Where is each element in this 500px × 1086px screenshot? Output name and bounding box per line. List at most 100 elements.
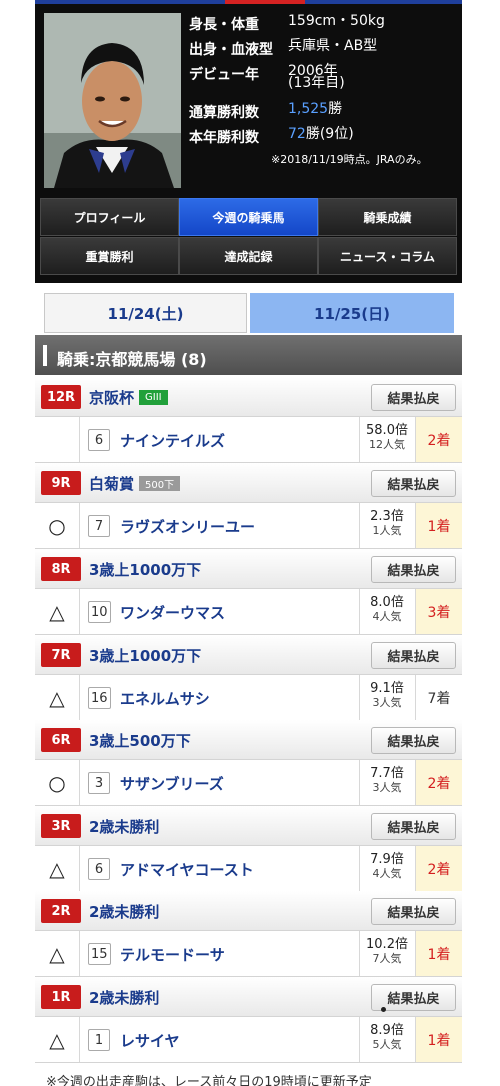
nav-tab-records[interactable]: 達成記録 xyxy=(179,237,318,275)
result-payout-button[interactable]: 結果払戻 xyxy=(371,727,456,754)
odds-cell: 2.3倍 1人気 xyxy=(359,503,414,548)
race-number-badge: 1R xyxy=(41,985,81,1009)
prediction-mark: △ xyxy=(35,1017,80,1062)
odds-value: 8.9倍 xyxy=(370,1023,404,1038)
venue-title: 騎乗:京都競馬場 (8) xyxy=(57,350,207,369)
prediction-mark: △ xyxy=(35,931,80,976)
horse-number: 6 xyxy=(88,858,110,880)
finish-place: 1着 xyxy=(415,1017,462,1062)
horse-name-link[interactable]: レサイヤ xyxy=(120,1030,180,1051)
finish-place: 2着 xyxy=(415,846,462,891)
race-number-badge: 8R xyxy=(41,557,81,581)
horse-name-link[interactable]: ワンダーウマス xyxy=(120,602,225,623)
result-payout-button[interactable]: 結果払戻 xyxy=(371,470,456,497)
odds-value: 10.2倍 xyxy=(366,937,408,952)
odds-cell: 8.9倍 5人気 xyxy=(359,1017,414,1062)
race-name-link[interactable]: 3歳上1000万下 xyxy=(89,559,201,580)
result-payout-button[interactable]: 結果払戻 xyxy=(371,813,456,840)
race-header: 3R 2歳未勝利 結果払戻 xyxy=(35,806,462,846)
horse-number: 6 xyxy=(88,429,110,451)
day-tab-sunday[interactable]: 11/25(日) xyxy=(250,293,454,333)
nav-tab-weekly-rides[interactable]: 今週の騎乗馬 xyxy=(179,198,318,236)
grade-badge: 500下 xyxy=(139,476,181,491)
horse-name-link[interactable]: ナインテイルズ xyxy=(120,430,225,451)
day-tab-saturday[interactable]: 11/24(土) xyxy=(44,293,247,333)
touch-indicator-dot xyxy=(381,1007,386,1012)
finish-place: 1着 xyxy=(415,503,462,548)
profile-value: 72勝(9位) xyxy=(288,127,354,141)
year-wins-suffix: 勝(9位) xyxy=(305,126,354,142)
popularity: 4人気 xyxy=(372,610,402,623)
result-payout-button[interactable]: 結果払戻 xyxy=(371,556,456,583)
race-number-badge: 6R xyxy=(41,728,81,752)
race-name-link[interactable]: 3歳上500万下 xyxy=(89,730,191,751)
horse-name-link[interactable]: テルモードーサ xyxy=(120,944,225,965)
profile-note: ※2018/11/19時点。JRAのみ。 xyxy=(271,153,428,166)
grade-badge: GIII xyxy=(139,390,168,405)
total-wins-count: 1,525 xyxy=(288,101,329,117)
popularity: 5人気 xyxy=(372,1038,402,1051)
odds-cell: 7.9倍 4人気 xyxy=(359,846,414,891)
profile-top-accent xyxy=(35,0,462,4)
result-payout-button[interactable]: 結果払戻 xyxy=(371,384,456,411)
race-number-badge: 9R xyxy=(41,471,81,495)
race-name-link[interactable]: 3歳上1000万下 xyxy=(89,645,201,666)
profile-value: 兵庫県・AB型 xyxy=(288,38,378,54)
odds-cell: 10.2倍 7人気 xyxy=(359,931,414,976)
horse-row: ○ 3 サザンブリーズ 7.7倍 3人気 2着 xyxy=(35,760,462,806)
odds-value: 7.7倍 xyxy=(370,766,404,781)
jockey-photo xyxy=(44,13,181,188)
race-number-badge: 12R xyxy=(41,385,81,409)
profile-label: 身長・体重 xyxy=(189,17,259,33)
race-name-link[interactable]: 2歳未勝利 xyxy=(89,816,159,837)
nav-tab-results[interactable]: 騎乗成績 xyxy=(318,198,457,236)
result-payout-button[interactable]: 結果払戻 xyxy=(371,642,456,669)
race-header: 2R 2歳未勝利 結果払戻 xyxy=(35,891,462,931)
horse-number: 16 xyxy=(88,687,111,709)
race-name-link[interactable]: 2歳未勝利 xyxy=(89,901,159,922)
horse-row: △ 10 ワンダーウマス 8.0倍 4人気 3着 xyxy=(35,589,462,635)
horse-name-link[interactable]: アドマイヤコースト xyxy=(120,859,254,880)
odds-cell: 7.7倍 3人気 xyxy=(359,760,414,805)
popularity: 3人気 xyxy=(372,781,402,794)
finish-place: 3着 xyxy=(415,589,462,634)
odds-value: 9.1倍 xyxy=(370,681,404,696)
horse-number: 15 xyxy=(88,943,111,965)
horse-number: 10 xyxy=(88,601,111,623)
horse-name-link[interactable]: ラヴズオンリーユー xyxy=(120,516,255,537)
popularity: 1人気 xyxy=(372,524,402,537)
horse-number: 1 xyxy=(88,1029,110,1051)
race-header: 9R 白菊賞 500下 結果払戻 xyxy=(35,463,462,503)
venue-header: 騎乗:京都競馬場 (8) xyxy=(35,335,462,375)
profile-label: デビュー年 xyxy=(189,67,259,83)
race-name-link[interactable]: 京阪杯 xyxy=(89,387,134,408)
nav-tab-graded-wins[interactable]: 重賞勝利 xyxy=(40,237,179,275)
profile-label: 出身・血液型 xyxy=(189,42,273,58)
result-payout-button[interactable]: 結果払戻 xyxy=(371,898,456,925)
horse-row: ○ 7 ラヴズオンリーユー 2.3倍 1人気 1着 xyxy=(35,503,462,549)
popularity: 12人気 xyxy=(369,438,405,451)
race-name-link[interactable]: 2歳未勝利 xyxy=(89,987,159,1008)
profile-value-years: (13年目) xyxy=(288,75,345,91)
race-number-badge: 2R xyxy=(41,899,81,923)
prediction-mark: △ xyxy=(35,589,80,634)
prediction-mark: △ xyxy=(35,846,80,891)
nav-tab-news-column[interactable]: ニュース・コラム xyxy=(318,237,457,275)
horse-number: 3 xyxy=(88,772,110,794)
horse-number: 7 xyxy=(88,515,110,537)
nav-tab-profile[interactable]: プロフィール xyxy=(40,198,179,236)
prediction-mark: ○ xyxy=(35,760,80,805)
venue-header-bar xyxy=(43,345,47,366)
horse-row: △ 6 アドマイヤコースト 7.9倍 4人気 2着 xyxy=(35,846,462,892)
horse-name-link[interactable]: エネルムサシ xyxy=(120,688,210,709)
horse-name-link[interactable]: サザンブリーズ xyxy=(120,773,224,794)
popularity: 3人気 xyxy=(372,696,402,709)
race-number-badge: 3R xyxy=(41,814,81,838)
year-wins-count: 72 xyxy=(288,126,306,142)
total-wins-suffix: 勝 xyxy=(328,101,343,117)
race-name-link[interactable]: 白菊賞 xyxy=(89,473,134,494)
finish-place: 1着 xyxy=(415,931,462,976)
odds-cell: 8.0倍 4人気 xyxy=(359,589,414,634)
horse-row: △ 16 エネルムサシ 9.1倍 3人気 7着 xyxy=(35,675,462,721)
prediction-mark xyxy=(35,417,80,462)
